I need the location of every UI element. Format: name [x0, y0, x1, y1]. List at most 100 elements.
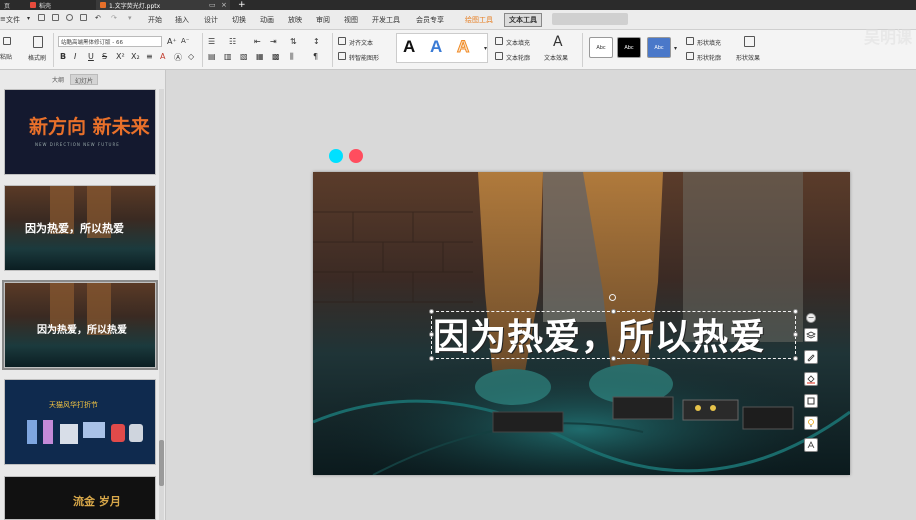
wordart-style-blue[interactable]: A — [430, 37, 442, 57]
shape-outline-quick-icon[interactable] — [804, 394, 818, 408]
resize-handle-e[interactable] — [793, 332, 798, 337]
slide-thumbnail-2[interactable]: 因为热爱，所以热爱 — [4, 185, 156, 271]
smartart-label[interactable]: 转智能图形 — [349, 53, 379, 62]
menu-drawing-tools[interactable]: 绘图工具 — [465, 15, 493, 25]
file-dropdown-icon[interactable]: ▾ — [27, 15, 30, 22]
subscript-icon[interactable]: X₂ — [131, 52, 140, 61]
align-right-icon[interactable]: ▧ — [240, 52, 248, 61]
menu-review[interactable]: 审阅 — [316, 15, 330, 25]
tab-slides[interactable]: 幻灯片 — [70, 74, 99, 85]
export-icon[interactable] — [80, 14, 87, 21]
bold-icon[interactable]: B — [60, 52, 66, 61]
paste-label[interactable]: 粘贴 — [0, 52, 12, 61]
menu-insert[interactable]: 插入 — [175, 15, 189, 25]
slide-title-text[interactable]: 因为热爱，所以热爱 — [433, 308, 793, 360]
underline-icon[interactable]: U — [88, 52, 94, 61]
numbering-icon[interactable]: ☷ — [229, 37, 236, 46]
pen-icon[interactable] — [804, 350, 818, 364]
resize-handle-sw[interactable] — [429, 356, 434, 361]
rotate-handle[interactable] — [609, 294, 616, 301]
shape-style-blue[interactable]: Abc — [647, 37, 671, 58]
menu-text-tools[interactable]: 文本工具 — [504, 13, 542, 27]
menu-animation[interactable]: 动画 — [260, 15, 274, 25]
char-spacing-icon[interactable]: ≡ — [146, 52, 153, 61]
italic-icon[interactable]: I — [74, 52, 76, 61]
tab-home[interactable]: 页 — [0, 0, 22, 10]
menu-design[interactable]: 设计 — [204, 15, 218, 25]
shape-style-white[interactable]: Abc — [589, 37, 613, 58]
fill-bucket-icon[interactable] — [804, 372, 818, 386]
text-fill-label[interactable]: 文本填充 — [506, 38, 530, 47]
tab-pin-icon[interactable]: ▭ — [209, 0, 216, 10]
collapse-toolbar-icon[interactable]: − — [806, 313, 816, 323]
text-direction-icon[interactable]: ⇅ — [290, 37, 297, 46]
align-left-icon[interactable]: ▤ — [208, 52, 216, 61]
menu-home[interactable]: 开始 — [148, 15, 162, 25]
align-text-label[interactable]: 对齐文本 — [349, 38, 373, 47]
slide-thumbnail-4[interactable]: 天猫风华打折节 — [4, 379, 156, 465]
resize-handle-nw[interactable] — [429, 309, 434, 314]
font-color-icon[interactable]: A — [160, 52, 165, 61]
font-shrink-icon[interactable]: A⁻ — [181, 37, 189, 45]
wordart-style-orange[interactable]: A — [456, 37, 469, 57]
file-menu[interactable]: 文件 — [6, 15, 20, 25]
menu-transitions[interactable]: 切换 — [232, 15, 246, 25]
shape-outline-label[interactable]: 形状轮廓 — [697, 53, 721, 62]
slide-thumbnail-5[interactable]: 流金 岁月 — [4, 476, 156, 520]
text-outline-label[interactable]: 文本轮廓 — [506, 53, 530, 62]
smartart-icon[interactable] — [338, 52, 346, 60]
menu-member[interactable]: 会员专享 — [416, 15, 444, 25]
slide-thumbnail-3[interactable]: 因为热爱，所以热爱 — [2, 280, 158, 370]
undo-icon[interactable]: ↶ — [95, 14, 101, 22]
resize-handle-s[interactable] — [611, 356, 616, 361]
format-painter-icon[interactable] — [33, 36, 43, 48]
font-grow-icon[interactable]: A⁺ — [167, 37, 177, 46]
current-slide[interactable]: 因为热爱，所以热爱 — [313, 172, 850, 475]
new-tab-button[interactable]: + — [238, 0, 246, 10]
text-format-icon[interactable] — [804, 438, 818, 452]
preview-icon[interactable] — [66, 14, 73, 21]
align-center-icon[interactable]: ▥ — [224, 52, 232, 61]
line-spacing-icon[interactable]: ↕ — [313, 37, 320, 46]
indent-increase-icon[interactable]: ⇥ — [270, 37, 277, 46]
superscript-icon[interactable]: X² — [116, 52, 125, 61]
menu-view[interactable]: 视图 — [344, 15, 358, 25]
shape-style-black[interactable]: Abc — [617, 37, 641, 58]
layer-icon[interactable] — [804, 328, 818, 342]
text-effect-label[interactable]: 文本效果 — [544, 53, 568, 62]
hamburger-icon[interactable]: ≡ — [0, 15, 6, 23]
shape-effect-label[interactable]: 形状效果 — [736, 53, 760, 62]
paste-icon[interactable] — [3, 37, 11, 45]
para-settings-icon[interactable]: ¶ — [313, 52, 318, 61]
wordart-style-black[interactable]: A — [403, 37, 415, 57]
shape-fill-icon[interactable] — [686, 37, 694, 45]
shape-fill-label[interactable]: 形状填充 — [697, 38, 721, 47]
strikethrough-icon[interactable]: S — [102, 52, 107, 61]
print-icon[interactable] — [52, 14, 59, 21]
format-painter-label[interactable]: 格式刷 — [28, 53, 46, 62]
text-effect-icon[interactable]: A — [553, 34, 563, 50]
shape-effect-icon[interactable] — [744, 36, 755, 47]
panel-scrollbar-thumb[interactable] — [159, 440, 164, 486]
font-family-select[interactable]: 站酷高端黑体修订版 - 66 — [58, 36, 162, 47]
clear-format-icon[interactable]: ◇ — [188, 52, 194, 61]
distribute-icon[interactable]: ▩ — [272, 52, 280, 61]
bullets-icon[interactable]: ☰ — [208, 37, 215, 46]
wordart-more-icon[interactable]: ▾ — [484, 45, 487, 52]
effects-bulb-icon[interactable] — [804, 416, 818, 430]
text-outline-icon[interactable] — [495, 52, 503, 60]
shape-outline-icon[interactable] — [686, 52, 694, 60]
redo-icon[interactable]: ↷ — [111, 14, 117, 22]
text-fill-icon[interactable] — [495, 37, 503, 45]
tab-docer[interactable]: 稻壳 — [26, 0, 92, 10]
search-box[interactable] — [552, 13, 628, 25]
justify-icon[interactable]: ▦ — [256, 52, 264, 61]
quick-access-more-icon[interactable]: ▾ — [128, 14, 132, 22]
resize-handle-n[interactable] — [611, 309, 616, 314]
tab-outline[interactable]: 大纲 — [48, 74, 68, 85]
save-icon[interactable] — [38, 14, 45, 21]
shape-style-more-icon[interactable]: ▾ — [674, 45, 677, 52]
tab-close-icon[interactable]: × — [221, 0, 227, 10]
indent-decrease-icon[interactable]: ⇤ — [254, 37, 261, 46]
menu-developer[interactable]: 开发工具 — [372, 15, 400, 25]
